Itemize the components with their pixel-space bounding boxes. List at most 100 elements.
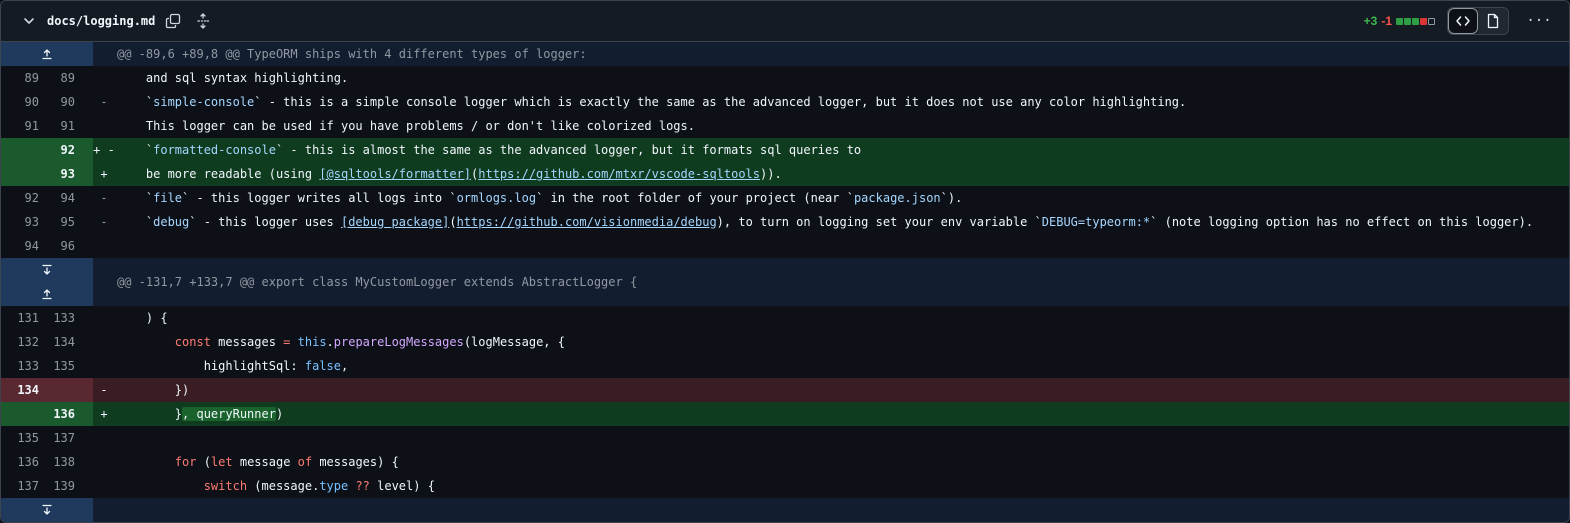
additions-count: +3: [1363, 14, 1378, 28]
line-code: This logger can be used if you have prob…: [117, 119, 695, 133]
hunk-header-text: @@ -89,6 +89,8 @@ TypeORM ships with 4 d…: [117, 47, 587, 61]
old-line-number[interactable]: [1, 162, 47, 186]
view-toggle: [1447, 7, 1509, 35]
new-line-number[interactable]: [47, 378, 93, 402]
diff-line: 134 - }): [1, 378, 1569, 402]
old-line-number[interactable]: [1, 138, 47, 162]
new-line-number[interactable]: 135: [47, 354, 93, 378]
new-line-number[interactable]: 138: [47, 450, 93, 474]
old-line-number[interactable]: 89: [1, 66, 47, 90]
more-options-icon[interactable]: ···: [1523, 7, 1555, 35]
new-line-number[interactable]: 94: [47, 186, 93, 210]
hunk-header: @@ -89,6 +89,8 @@ TypeORM ships with 4 d…: [1, 42, 1569, 66]
new-line-number[interactable]: 92: [47, 138, 93, 162]
old-line-number[interactable]: [1, 402, 47, 426]
diff-line: 132 134 const messages = this.prepareLogM…: [1, 330, 1569, 354]
expand-both-button[interactable]: [1, 258, 93, 306]
expand-down-button[interactable]: [1, 498, 93, 522]
line-code: highlightSql: false,: [117, 359, 349, 373]
diff-marker: -: [100, 215, 108, 229]
diff-marker: +: [100, 167, 108, 181]
diff-marker: [93, 450, 115, 474]
line-code: `debug` - this logger uses [debug packag…: [117, 215, 1534, 229]
old-line-number[interactable]: 134: [1, 378, 47, 402]
diffstat-block: [1420, 17, 1427, 25]
diff-marker: [93, 114, 115, 138]
diff-line: 94 96: [1, 234, 1569, 258]
diff-marker: [93, 474, 115, 498]
deletions-count: -1: [1381, 14, 1392, 28]
diffstat-block: [1396, 17, 1403, 25]
file-name[interactable]: docs/logging.md: [47, 14, 155, 28]
new-line-number[interactable]: 90: [47, 90, 93, 114]
expand-down-icon[interactable]: [1, 498, 93, 522]
old-line-number[interactable]: 92: [1, 186, 47, 210]
old-line-number[interactable]: 91: [1, 114, 47, 138]
expand-all-icon[interactable]: [191, 9, 215, 33]
new-line-number[interactable]: 133: [47, 306, 93, 330]
old-line-number[interactable]: 131: [1, 306, 47, 330]
collapse-chevron-icon[interactable]: [15, 7, 43, 35]
old-line-number[interactable]: 133: [1, 354, 47, 378]
new-line-number[interactable]: 134: [47, 330, 93, 354]
diff-marker: [93, 354, 115, 378]
line-code: const messages = this.prepareLogMessages…: [174, 335, 565, 349]
line-code: [115, 234, 1569, 258]
diff-line: 136 138 for (let message of messages) {: [1, 450, 1569, 474]
diff-line: 91 91 This logger can be used if you have…: [1, 114, 1569, 138]
line-code: }, queryRunner): [117, 407, 284, 421]
hunk-footer: [1, 498, 1569, 522]
new-line-number[interactable]: 93: [47, 162, 93, 186]
line-code: be more readable (using [@sqltools/forma…: [117, 167, 782, 181]
diff-marker: [93, 234, 115, 258]
diff-line: 131 133 ) {: [1, 306, 1569, 330]
diffstat-block: [1412, 17, 1419, 25]
old-line-number[interactable]: 90: [1, 90, 47, 114]
diff-file: docs/logging.md +3 -1 ··· @@ -89,6 +89,8…: [0, 0, 1570, 523]
new-line-number[interactable]: 96: [47, 234, 93, 258]
diff-marker: [93, 306, 115, 330]
expand-up-icon[interactable]: [1, 42, 93, 66]
diff-line: 136 + }, queryRunner): [1, 402, 1569, 426]
diff-marker: -: [100, 95, 108, 109]
diff-body: @@ -89,6 +89,8 @@ TypeORM ships with 4 d…: [1, 42, 1569, 522]
old-line-number[interactable]: 137: [1, 474, 47, 498]
expand-down-icon[interactable]: [1, 258, 93, 282]
diffstat-block: [1404, 17, 1411, 25]
rich-diff-icon[interactable]: [1478, 8, 1508, 34]
expand-up-button[interactable]: [1, 42, 93, 66]
new-line-number[interactable]: 137: [47, 426, 93, 450]
diff-line: 93 95- `debug` - this logger uses [debug …: [1, 210, 1569, 234]
diff-marker: [93, 66, 115, 90]
new-line-number[interactable]: 95: [47, 210, 93, 234]
diff-line: 137 139 switch (message.type ?? level) {: [1, 474, 1569, 498]
source-diff-icon[interactable]: [1448, 8, 1478, 34]
diff-marker: [93, 426, 115, 450]
diff-line: 92 + - `formatted-console` - this is almo…: [1, 138, 1569, 162]
new-line-number[interactable]: 91: [47, 114, 93, 138]
line-code: and sql syntax highlighting.: [117, 71, 349, 85]
old-line-number[interactable]: 136: [1, 450, 47, 474]
old-line-number[interactable]: 93: [1, 210, 47, 234]
hunk-header-text: @@ -131,7 +133,7 @@ export class MyCusto…: [117, 275, 638, 289]
line-code: }): [117, 383, 190, 397]
new-line-number[interactable]: 136: [47, 402, 93, 426]
line-code: `simple-console` - this is a simple cons…: [117, 95, 1187, 109]
line-code: ) {: [117, 311, 168, 325]
new-line-number[interactable]: 89: [47, 66, 93, 90]
diffstat-blocks: [1396, 17, 1435, 25]
line-code: for (let message of messages) {: [174, 455, 399, 469]
line-code: switch (message.type ?? level) {: [203, 479, 435, 493]
diff-line: 133 135 highlightSql: false,: [1, 354, 1569, 378]
new-line-number[interactable]: 139: [47, 474, 93, 498]
old-line-number[interactable]: 132: [1, 330, 47, 354]
diff-marker: + -: [93, 143, 115, 157]
old-line-number[interactable]: 94: [1, 234, 47, 258]
diff-line: 135 137: [1, 426, 1569, 450]
diff-marker: [93, 330, 115, 354]
expand-up-icon[interactable]: [1, 282, 93, 306]
diff-marker: -: [100, 383, 108, 397]
copy-path-icon[interactable]: [161, 9, 185, 33]
old-line-number[interactable]: 135: [1, 426, 47, 450]
line-code: `file` - this logger writes all logs int…: [117, 191, 963, 205]
